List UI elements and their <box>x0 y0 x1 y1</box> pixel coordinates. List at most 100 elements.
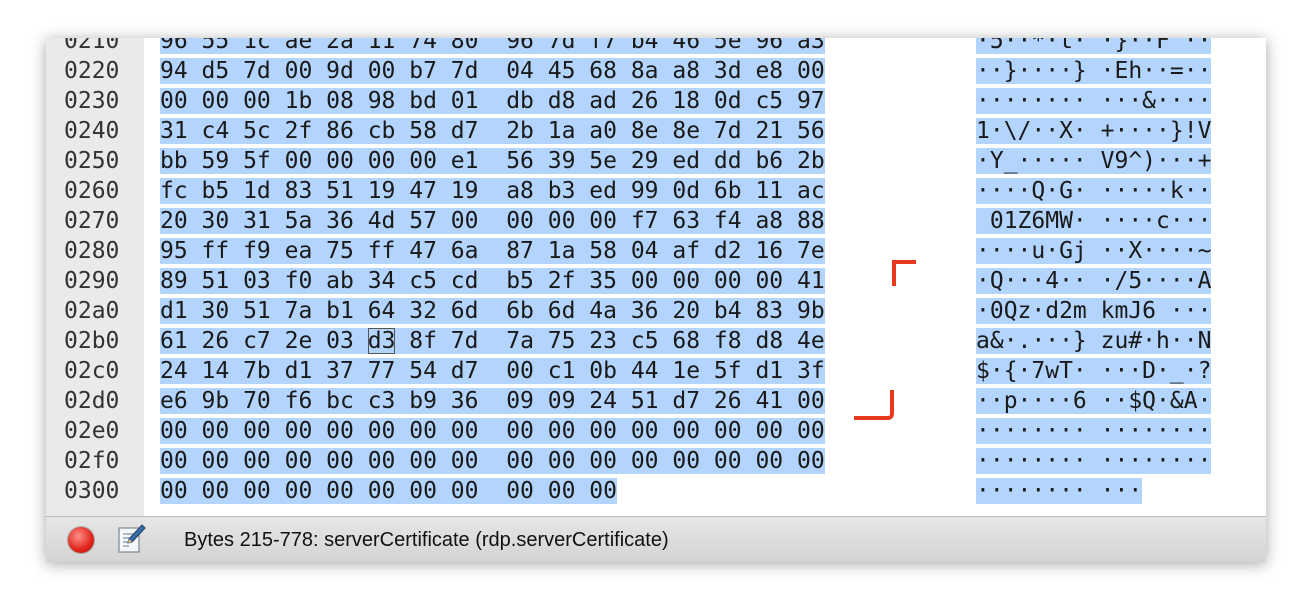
ascii-chars-right[interactable]: ·/5····A <box>1100 268 1212 294</box>
ascii-chars-left[interactable]: a&·.···} <box>976 328 1087 354</box>
hex-bytes-right[interactable]: 96 7d f7 b4 46 5e 96 a3 <box>506 38 825 54</box>
hex-bytes-left[interactable]: d1 30 51 7a b1 64 32 6d <box>160 298 479 324</box>
hex-bytes-right[interactable]: 2b 1a a0 8e 8e 7d 21 56 <box>506 118 825 144</box>
ascii-row[interactable]: 01Z6MW· ····c··· <box>976 206 1212 236</box>
ascii-row[interactable]: a&·.···} zu#·h··N <box>976 326 1212 356</box>
ascii-chars-left[interactable]: 1·\/··X· <box>976 118 1087 144</box>
hex-row[interactable]: 20 30 31 5a 36 4d 57 00 00 00 00 f7 63 f… <box>160 206 825 236</box>
hex-row[interactable]: 00 00 00 00 00 00 00 00 00 00 00 00 00 0… <box>160 446 825 476</box>
hex-row[interactable]: 24 14 7b d1 37 77 54 d7 00 c1 0b 44 1e 5… <box>160 356 825 386</box>
hex-bytes-left[interactable]: 95 ff f9 ea 75 ff 47 6a <box>160 238 479 264</box>
ascii-row[interactable]: $·{·7wT· ···D·_·? <box>976 356 1212 386</box>
hex-bytes-right[interactable]: 6b 6d 4a 36 20 b4 83 9b <box>506 298 825 324</box>
ascii-row[interactable]: ·Q···4·· ·/5····A <box>976 266 1212 296</box>
hex-bytes-left[interactable]: e6 9b 70 f6 bc c3 b9 36 <box>160 388 479 414</box>
ascii-chars-right[interactable]: zu#·h··N <box>1100 328 1212 354</box>
hex-row[interactable]: d1 30 51 7a b1 64 32 6d 6b 6d 4a 36 20 b… <box>160 296 825 326</box>
hex-row[interactable]: fc b5 1d 83 51 19 47 19 a8 b3 ed 99 0d 6… <box>160 176 825 206</box>
hex-row[interactable]: e6 9b 70 f6 bc c3 b9 36 09 09 24 51 d7 2… <box>160 386 825 416</box>
hex-bytes-right[interactable]: b5 2f 35 00 00 00 00 41 <box>506 268 825 294</box>
ascii-chars-right[interactable]: ········ <box>1100 448 1212 474</box>
ascii-row[interactable]: ·Y_····· V9^)···+ <box>976 146 1212 176</box>
ascii-chars-left[interactable]: ·Y_····· <box>976 148 1087 174</box>
hex-bytes-left[interactable]: fc b5 1d 83 51 19 47 19 <box>160 178 479 204</box>
hex-bytes-left[interactable]: 20 30 31 5a 36 4d 57 00 <box>160 208 479 234</box>
ascii-chars-left[interactable]: ········ <box>976 448 1087 474</box>
hex-row[interactable]: 94 d5 7d 00 9d 00 b7 7d 04 45 68 8a a8 3… <box>160 56 825 86</box>
hex-bytes-right[interactable]: db d8 ad 26 18 0d c5 97 <box>506 88 825 114</box>
ascii-chars-right[interactable]: ··· <box>1100 478 1143 504</box>
hex-row[interactable]: 95 ff f9 ea 75 ff 47 6a 87 1a 58 04 af d… <box>160 236 825 266</box>
ascii-chars-right[interactable]: +····}!V <box>1100 118 1212 144</box>
hex-bytes-left[interactable]: 00 00 00 00 00 00 00 00 <box>160 418 479 444</box>
hex-bytes-left[interactable]: 89 51 03 f0 ab 34 c5 cd <box>160 268 479 294</box>
hex-bytes-right[interactable]: 00 00 00 f7 63 f4 a8 88 <box>506 208 825 234</box>
hex-bytes-right[interactable]: 56 39 5e 29 ed dd b6 2b <box>506 148 825 174</box>
ascii-chars-right[interactable]: ···&···· <box>1100 88 1212 114</box>
ascii-chars-right[interactable]: kmJ6 ··· <box>1100 298 1212 324</box>
ascii-chars-left[interactable]: ··p····6 <box>976 388 1087 414</box>
hex-bytes-left[interactable]: 00 00 00 00 00 00 00 00 <box>160 478 479 504</box>
hex-bytes-right[interactable]: 09 09 24 51 d7 26 41 00 <box>506 388 825 414</box>
hex-bytes-right[interactable]: 7a 75 23 c5 68 f8 d8 4e <box>506 328 825 354</box>
hex-row[interactable]: 96 55 1c ae 2a 11 74 80 96 7d f7 b4 46 5… <box>160 38 825 56</box>
ascii-chars-left[interactable]: $·{·7wT· <box>976 358 1087 384</box>
ascii-chars-right[interactable]: ········ <box>1100 418 1212 444</box>
ascii-row[interactable]: ········ ········ <box>976 416 1212 446</box>
edit-packet-comment-icon[interactable] <box>116 523 146 555</box>
ascii-chars-right[interactable]: ·····k·· <box>1100 178 1212 204</box>
hex-bytes-right[interactable]: 87 1a 58 04 af d2 16 7e <box>506 238 825 264</box>
ascii-chars-right[interactable]: ·Eh··=·· <box>1100 58 1212 84</box>
ascii-chars-right[interactable]: ··$Q·&A· <box>1100 388 1212 414</box>
ascii-chars-left[interactable]: ····u·Gj <box>976 238 1087 264</box>
ascii-chars-left[interactable]: ·Q···4·· <box>976 268 1087 294</box>
hex-bytes-right[interactable]: 00 00 00 00 00 00 00 00 <box>506 448 825 474</box>
hex-bytes-right[interactable]: 04 45 68 8a a8 3d e8 00 <box>506 58 825 84</box>
hex-bytes-left[interactable]: 94 d5 7d 00 9d 00 b7 7d <box>160 58 479 84</box>
hex-bytes-left[interactable]: 00 00 00 00 00 00 00 00 <box>160 448 479 474</box>
ascii-row[interactable]: ········ ··· <box>976 476 1143 506</box>
ascii-chars-left[interactable]: ·0Qz·d2m <box>976 298 1087 324</box>
ascii-chars-right[interactable]: ····c··· <box>1100 208 1212 234</box>
ascii-chars-right[interactable]: ··X····~ <box>1100 238 1212 264</box>
hex-row[interactable]: 00 00 00 1b 08 98 bd 01 db d8 ad 26 18 0… <box>160 86 825 116</box>
cursor-byte[interactable]: d3 <box>367 328 396 354</box>
ascii-chars-left[interactable]: ········ <box>976 478 1087 504</box>
packet-bytes-pane[interactable]: 0210 0220 0230 0240 0250 0260 0270 0280 0290 02a0… <box>46 38 1266 516</box>
hex-bytes-right[interactable]: a8 b3 ed 99 0d 6b 11 ac <box>506 178 825 204</box>
ascii-row[interactable]: ·0Qz·d2m kmJ6 ··· <box>976 296 1212 326</box>
hex-bytes-left[interactable]: 96 55 1c ae 2a 11 74 80 <box>160 38 479 54</box>
ascii-chars-left[interactable]: ········ <box>976 418 1087 444</box>
hex-bytes-left[interactable]: 24 14 7b d1 37 77 54 d7 <box>160 358 479 384</box>
ascii-row[interactable]: ········ ···&···· <box>976 86 1212 116</box>
hex-bytes-right[interactable]: 00 00 00 <box>506 478 617 504</box>
red-circle-icon[interactable] <box>68 527 94 553</box>
hex-row[interactable]: bb 59 5f 00 00 00 00 e1 56 39 5e 29 ed d… <box>160 146 825 176</box>
hex-bytes-left[interactable]: 31 c4 5c 2f 86 cb 58 d7 <box>160 118 479 144</box>
hex-bytes-left[interactable]: 61 26 c7 2e 03 d3 8f 7d <box>160 328 479 354</box>
hex-bytes-left[interactable]: bb 59 5f 00 00 00 00 e1 <box>160 148 479 174</box>
ascii-row[interactable]: ··p····6 ··$Q·&A· <box>976 386 1212 416</box>
ascii-row[interactable]: ····u·Gj ··X····~ <box>976 236 1212 266</box>
ascii-chars-left[interactable]: ····Q·G· <box>976 178 1087 204</box>
hex-row[interactable]: 31 c4 5c 2f 86 cb 58 d7 2b 1a a0 8e 8e 7… <box>160 116 825 146</box>
ascii-chars-right[interactable]: V9^)···+ <box>1100 148 1212 174</box>
ascii-row[interactable]: ····Q·G· ·····k·· <box>976 176 1212 206</box>
ascii-chars-right[interactable]: ···D·_·? <box>1100 358 1212 384</box>
ascii-chars-right[interactable]: ·}··F^·· <box>1100 38 1212 54</box>
ascii-chars-left[interactable]: ·5··*·t· <box>976 38 1087 54</box>
hex-row[interactable]: 61 26 c7 2e 03 d3 8f 7d 7a 75 23 c5 68 f… <box>160 326 825 356</box>
hex-bytes-left[interactable]: 00 00 00 1b 08 98 bd 01 <box>160 88 479 114</box>
hex-row[interactable]: 00 00 00 00 00 00 00 00 00 00 00 00 00 0… <box>160 416 825 446</box>
hex-row[interactable]: 00 00 00 00 00 00 00 00 00 00 00 <box>160 476 617 506</box>
ascii-row[interactable]: ··}····} ·Eh··=·· <box>976 56 1212 86</box>
ascii-chars-left[interactable]: ··}····} <box>976 58 1087 84</box>
ascii-chars-left[interactable]: ········ <box>976 88 1087 114</box>
hex-row[interactable]: 89 51 03 f0 ab 34 c5 cd b5 2f 35 00 00 0… <box>160 266 825 296</box>
hex-bytes-right[interactable]: 00 c1 0b 44 1e 5f d1 3f <box>506 358 825 384</box>
ascii-row[interactable]: 1·\/··X· +····}!V <box>976 116 1212 146</box>
hex-bytes-right[interactable]: 00 00 00 00 00 00 00 00 <box>506 418 825 444</box>
ascii-chars-left[interactable]: 01Z6MW· <box>976 208 1087 234</box>
ascii-row[interactable]: ········ ········ <box>976 446 1212 476</box>
ascii-row[interactable]: ·5··*·t· ·}··F^·· <box>976 38 1212 56</box>
